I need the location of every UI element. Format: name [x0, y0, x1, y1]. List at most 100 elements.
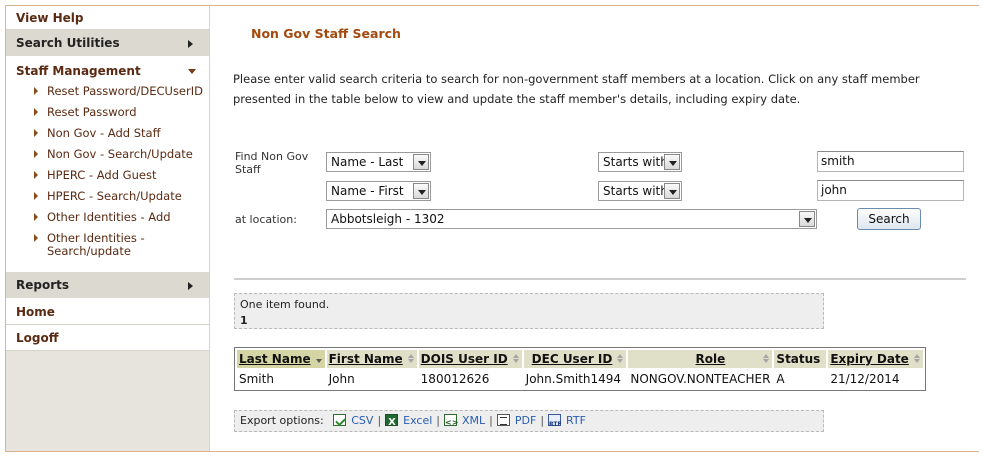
sort-icon [407, 354, 414, 363]
csv-icon [333, 414, 347, 426]
export-csv-label: CSV [351, 414, 374, 427]
rtf-icon [548, 414, 562, 435]
pdf-icon [496, 414, 510, 426]
nav-search-utilities-label: Search Utilities [16, 36, 120, 50]
nav-reports[interactable]: Reports [6, 272, 209, 299]
field-select-1-value: Name - Last [331, 155, 404, 169]
col-header-label: Last Name [239, 352, 311, 366]
sort-icon [617, 354, 624, 363]
nav-staff-management-label: Staff Management [16, 64, 141, 78]
search-button[interactable]: Search [857, 208, 921, 230]
divider [234, 278, 966, 280]
separator: | [489, 414, 493, 427]
nav-search-utilities[interactable]: Search Utilities [6, 30, 209, 57]
field-select-1[interactable]: Name - Last [326, 152, 431, 172]
col-header-dois-user-id[interactable]: DOIS User ID [418, 350, 522, 368]
export-options-bar: Export options: CSV|Excel|XML|PDF|RTF [234, 410, 824, 435]
col-header-dec-user-id[interactable]: DEC User ID [523, 350, 627, 368]
operator-select-2[interactable]: Starts with [598, 181, 682, 201]
intro-text: Please enter valid search criteria to se… [233, 72, 920, 106]
sort-icon [763, 354, 770, 363]
sidebar-item-hperc-search-update[interactable]: HPERC - Search/Update [6, 190, 209, 203]
export-pdf-label: PDF [514, 414, 537, 427]
sort-descending-icon [315, 354, 322, 363]
sidebar: View Help Search Utilities Staff Managem… [6, 6, 210, 451]
nav-reports-label: Reports [16, 278, 70, 292]
col-header-label: DOIS User ID [420, 352, 508, 366]
app-frame: View Help Search Utilities Staff Managem… [5, 5, 979, 452]
dropdown-arrow-icon [413, 154, 429, 170]
sidebar-item-reset-password-decuserid[interactable]: Reset Password/DECUserID [6, 85, 209, 98]
operator-select-2-value: Starts with [603, 184, 668, 198]
separator: | [377, 414, 382, 427]
export-rtf-label: RTF [566, 414, 586, 427]
separator: | [436, 414, 441, 427]
col-header-label: Status [776, 352, 821, 366]
nav-staff-management[interactable]: Staff Management [6, 57, 209, 85]
location-select-value: Abbotsleigh - 1302 [331, 212, 445, 226]
export-label: Export options: [240, 414, 324, 427]
page-title: Non Gov Staff Search [251, 26, 401, 41]
field-select-2-value: Name - First [331, 184, 404, 198]
export-csv-link[interactable]: CSV [333, 414, 373, 427]
col-header-role[interactable]: Role [628, 350, 773, 368]
nav-view-help[interactable]: View Help [6, 6, 209, 30]
expand-arrow-icon [188, 40, 193, 48]
sidebar-item-other-identities-add[interactable]: Other Identities - Add [6, 211, 209, 224]
export-excel-label: Excel [403, 414, 433, 427]
export-xml-link[interactable]: XML [444, 413, 486, 433]
nav-logoff[interactable]: Logoff [6, 325, 209, 351]
col-header-label: First Name [328, 352, 403, 366]
dropdown-arrow-icon [799, 211, 815, 227]
search-value-input-1[interactable]: smith [817, 151, 964, 172]
location-select[interactable]: Abbotsleigh - 1302 [326, 209, 817, 229]
sidebar-item-nongov-search-update[interactable]: Non Gov - Search/Update [6, 148, 209, 161]
col-header-label: Role [695, 352, 726, 366]
table-header-row: Last Name First Name DOIS User ID DEC Us… [237, 350, 923, 368]
export-pdf-link[interactable]: PDF [496, 414, 537, 427]
export-rtf-link[interactable]: RTF [548, 414, 586, 435]
cell-first-name: John [328, 372, 355, 386]
excel-icon [385, 413, 399, 433]
operator-select-1-value: Starts with [603, 155, 668, 169]
cell-dec-user-id: John.Smith1494 [525, 372, 622, 386]
results-table: Last Name First Name DOIS User ID DEC Us… [234, 347, 926, 391]
cell-dois-user-id: 180012626 [420, 372, 490, 386]
sidebar-item-other-identities-search[interactable]: Other Identities - Search/update [6, 232, 209, 258]
cell-expiry-date: 21/12/2014 [830, 372, 900, 386]
location-label: at location: [235, 213, 297, 226]
table-row[interactable]: Smith John 180012626 John.Smith1494 NONG… [237, 370, 923, 388]
staff-management-section: Staff Management Reset Password/DECUserI… [6, 57, 209, 272]
export-xml-label: XML [462, 414, 486, 427]
export-excel-link[interactable]: Excel [385, 413, 433, 433]
expand-arrow-icon [188, 282, 193, 290]
results-count-text: One item found. [240, 298, 330, 311]
col-header-last-name[interactable]: Last Name [237, 350, 325, 368]
col-header-status: Status [774, 350, 827, 368]
nav-home[interactable]: Home [6, 299, 209, 325]
results-summary-box: One item found. 1 [234, 293, 824, 329]
dropdown-arrow-icon [664, 154, 680, 170]
sidebar-item-reset-password[interactable]: Reset Password [6, 106, 209, 119]
sidebar-item-nongov-add-staff[interactable]: Non Gov - Add Staff [6, 127, 209, 140]
col-header-first-name[interactable]: First Name [326, 350, 417, 368]
find-label: Find Non Gov Staff [235, 150, 309, 176]
dropdown-arrow-icon [413, 183, 429, 199]
col-header-label: Expiry Date [830, 352, 909, 366]
collapse-arrow-icon [188, 69, 196, 74]
cell-role: NONGOV.NONTEACHER [630, 372, 771, 386]
cell-status: A [776, 372, 785, 386]
cell-last-name: Smith [239, 372, 274, 386]
col-header-expiry-date[interactable]: Expiry Date [828, 350, 923, 368]
separator: | [540, 414, 545, 427]
search-value-input-2[interactable]: john [817, 180, 964, 201]
sidebar-item-hperc-add-guest[interactable]: HPERC - Add Guest [6, 169, 209, 182]
xml-icon [444, 413, 458, 433]
main-content: Non Gov Staff Search Please enter valid … [211, 6, 979, 451]
pagination-page-1[interactable]: 1 [240, 313, 823, 329]
col-header-label: DEC User ID [531, 352, 613, 366]
sort-icon [913, 354, 920, 363]
operator-select-1[interactable]: Starts with [598, 152, 682, 172]
field-select-2[interactable]: Name - First [326, 181, 431, 201]
sort-icon [512, 354, 519, 363]
